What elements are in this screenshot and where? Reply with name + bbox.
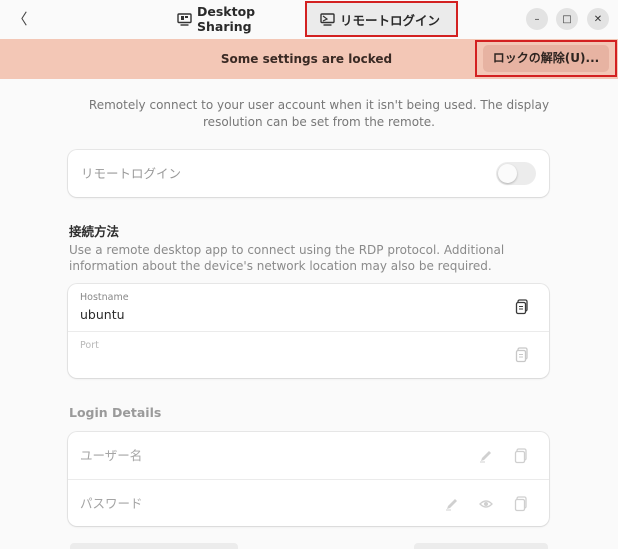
switch-knob <box>498 164 517 183</box>
pencil-icon <box>480 451 491 463</box>
locked-banner: Some settings are locked ロックの解除(U)... <box>0 39 618 79</box>
tab-desktop-sharing-label: Desktop Sharing <box>197 4 256 34</box>
hostname-caption: Hostname <box>80 292 129 303</box>
desktop-sharing-icon <box>177 12 192 26</box>
password-label: パスワード <box>80 496 143 511</box>
tab-remote-login[interactable]: リモートログイン <box>305 1 458 37</box>
hostname-row: Hostname ubuntu <box>68 284 549 331</box>
back-button[interactable]: 〈 <box>10 9 30 29</box>
header-bar: 〈 Desktop Sharing リモートログイン – □ ✕ <box>0 0 618 39</box>
page-description: Remotely connect to your user account wh… <box>88 98 550 129</box>
tab-desktop-sharing[interactable]: Desktop Sharing <box>172 1 300 37</box>
copy-icon <box>515 299 528 315</box>
bottom-button-right[interactable] <box>414 543 548 549</box>
copy-username-button[interactable] <box>514 448 528 464</box>
close-button[interactable]: ✕ <box>587 8 609 30</box>
settings-window: 〈 Desktop Sharing リモートログイン – □ ✕ Some se… <box>0 0 618 549</box>
hostname-value: ubuntu <box>80 307 125 322</box>
remote-login-icon <box>320 12 335 26</box>
login-details-title: Login Details <box>69 405 162 420</box>
username-label: ユーザー名 <box>80 448 143 463</box>
login-details-card: ユーザー名 パスワード <box>68 432 549 526</box>
minimize-button[interactable]: – <box>526 8 548 30</box>
copy-port-button[interactable] <box>515 347 529 363</box>
copy-hostname-button[interactable] <box>515 299 529 315</box>
copy-icon <box>514 496 527 512</box>
copy-icon <box>514 448 527 464</box>
bottom-button-left[interactable] <box>70 543 238 549</box>
unlock-button[interactable]: ロックの解除(U)... <box>483 45 609 72</box>
unlock-button-highlight: ロックの解除(U)... <box>475 40 617 77</box>
password-row: パスワード <box>68 479 549 526</box>
tab-remote-login-label: リモートログイン <box>340 12 441 28</box>
maximize-button[interactable]: □ <box>556 8 578 30</box>
pencil-icon <box>446 499 457 511</box>
copy-password-button[interactable] <box>514 496 528 512</box>
copy-icon <box>515 347 528 363</box>
eye-icon <box>479 500 493 508</box>
remote-login-row: リモートログイン <box>68 150 549 197</box>
remote-login-label: リモートログイン <box>81 166 182 181</box>
locked-message-text: Some settings are locked <box>220 52 393 66</box>
connection-description: Use a remote desktop app to connect usin… <box>69 243 505 273</box>
connection-card: Hostname ubuntu Port <box>68 284 549 378</box>
username-row: ユーザー名 <box>68 432 549 479</box>
edit-username-button[interactable] <box>479 448 493 463</box>
port-row: Port <box>68 331 549 378</box>
remote-login-switch[interactable] <box>496 162 536 185</box>
connection-title: 接続方法 <box>69 224 120 239</box>
show-password-button[interactable] <box>479 496 493 510</box>
edit-password-button[interactable] <box>445 496 459 511</box>
port-caption: Port <box>80 340 99 351</box>
